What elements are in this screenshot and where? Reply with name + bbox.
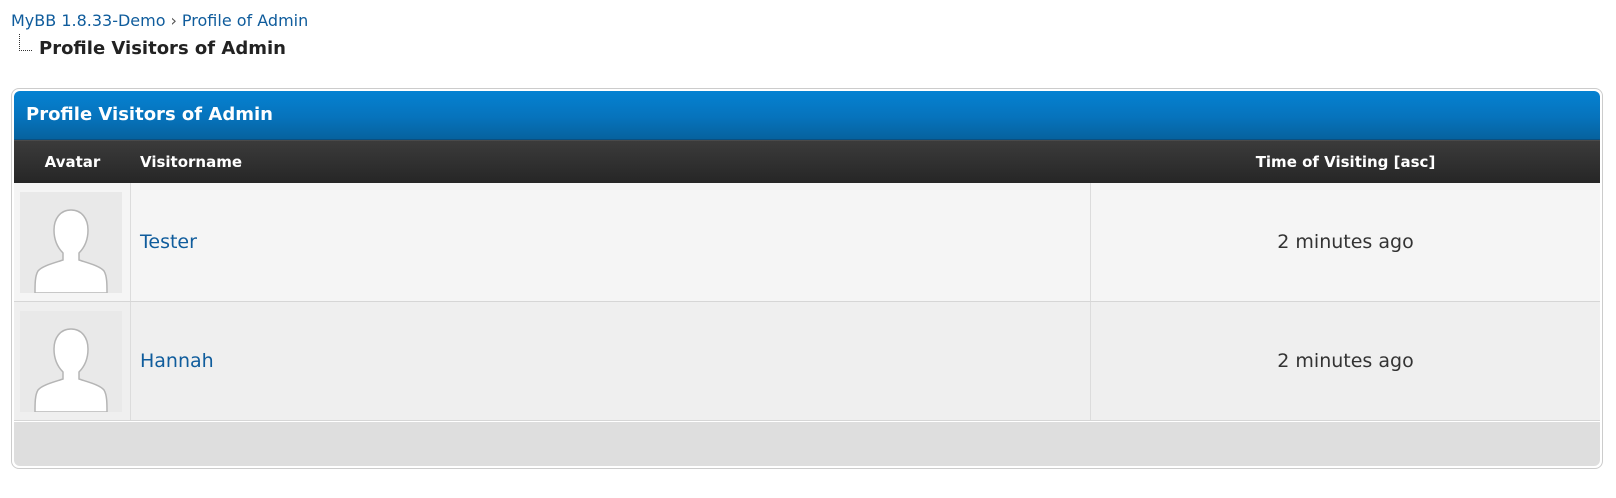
table-row: Tester 2 minutes ago	[14, 183, 1600, 302]
visitor-name-cell: Hannah	[131, 302, 1091, 420]
breadcrumb-profile-link[interactable]: Profile of Admin	[182, 11, 308, 30]
visitors-table: Profile Visitors of Admin Avatar Visitor…	[11, 88, 1603, 469]
visit-time-cell: 2 minutes ago	[1277, 231, 1414, 253]
avatar-cell	[14, 302, 131, 420]
table-title: Profile Visitors of Admin	[14, 91, 1600, 140]
table-row: Hannah 2 minutes ago	[14, 302, 1600, 421]
breadcrumb-home-link[interactable]: MyBB 1.8.33-Demo	[11, 11, 166, 30]
column-header-avatar: Avatar	[44, 153, 101, 171]
navigation: MyBB 1.8.33-Demo › Profile of Admin Profil…	[11, 10, 308, 61]
default-avatar-icon[interactable]	[20, 311, 122, 412]
breadcrumb-separator: ›	[170, 11, 177, 30]
visit-time-cell: 2 minutes ago	[1277, 350, 1414, 372]
visitor-name-link[interactable]: Tester	[140, 231, 197, 253]
column-header-visitorname: Visitorname	[140, 153, 243, 171]
visitor-name-cell: Tester	[131, 183, 1091, 301]
page-title: Profile Visitors of Admin	[39, 38, 286, 59]
tree-branch-icon	[19, 34, 32, 51]
breadcrumb: MyBB 1.8.33-Demo › Profile of Admin	[11, 10, 308, 32]
avatar-cell	[14, 183, 131, 301]
column-header-time[interactable]: Time of Visiting [asc]	[1091, 141, 1600, 183]
active-breadcrumb: Profile Visitors of Admin	[11, 34, 308, 61]
table-header-row: Avatar Visitorname Time of Visiting [asc…	[14, 140, 1600, 183]
default-avatar-icon[interactable]	[20, 192, 122, 293]
visitor-name-link[interactable]: Hannah	[140, 350, 214, 372]
table-footer	[14, 421, 1600, 466]
